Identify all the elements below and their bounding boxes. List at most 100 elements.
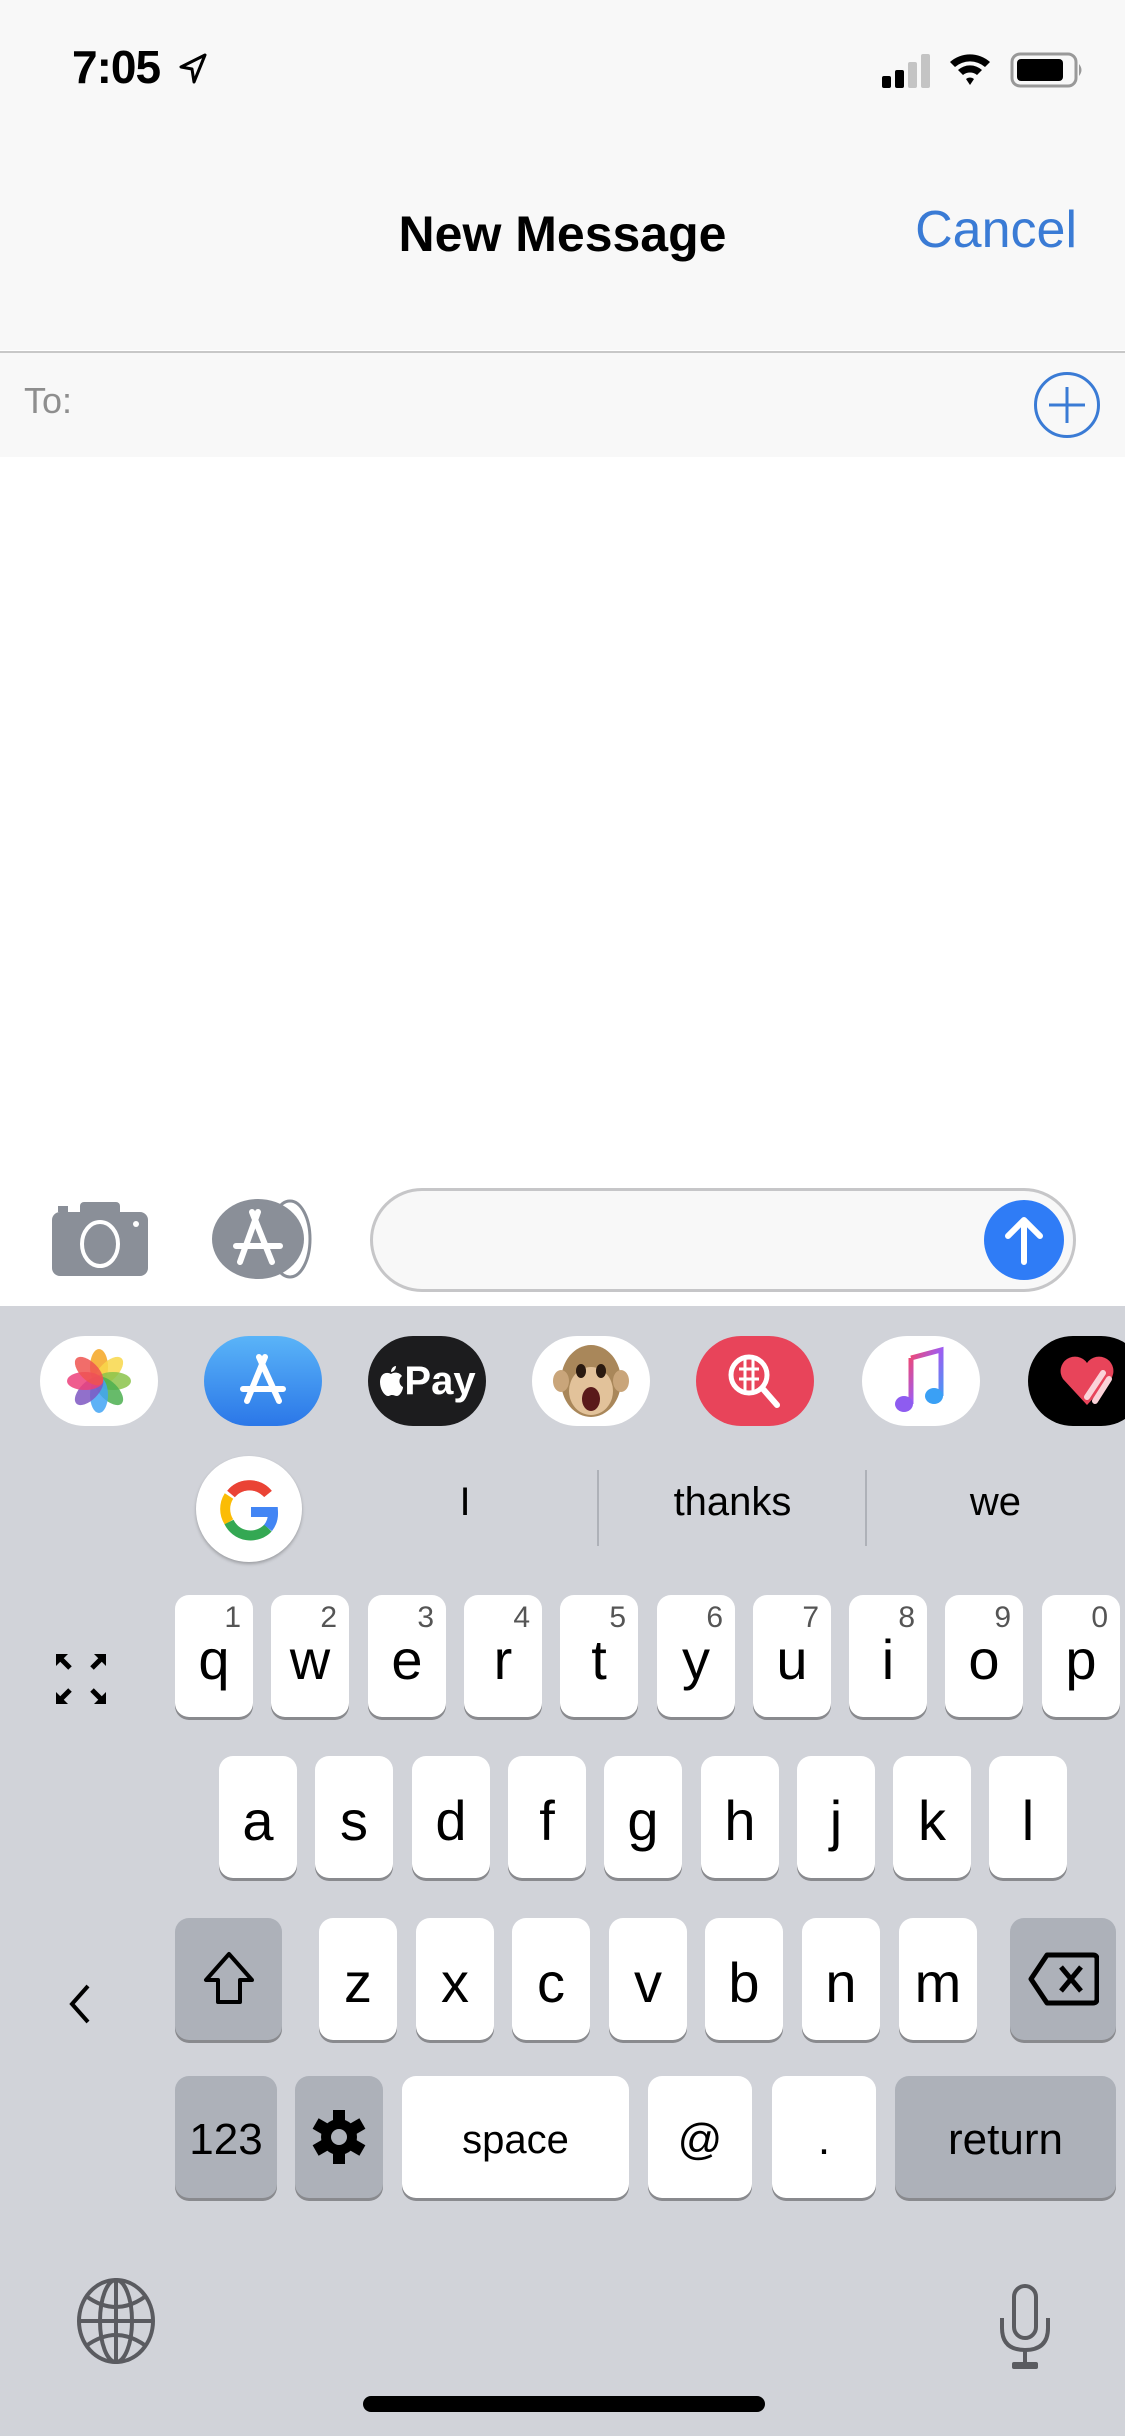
key-label: f — [539, 1788, 555, 1852]
monkey-animoji-icon — [553, 1345, 629, 1417]
expand-arrows-icon[interactable] — [54, 1652, 108, 1706]
key-number-hint: 0 — [1091, 1601, 1108, 1634]
globe-search-icon — [728, 1354, 780, 1408]
key-label: d — [435, 1788, 467, 1852]
message-input[interactable] — [400, 1210, 974, 1272]
home-indicator[interactable] — [363, 2396, 765, 2412]
apps-button[interactable] — [210, 1198, 318, 1280]
key-r[interactable]: 4r — [464, 1595, 542, 1717]
shift-key[interactable] — [175, 1918, 282, 2040]
globe-icon[interactable] — [74, 2276, 158, 2366]
key-label: c — [537, 1950, 565, 2014]
key-w[interactable]: 2w — [271, 1595, 349, 1717]
key-number-hint: 6 — [706, 1601, 723, 1634]
chevron-left-icon[interactable] — [64, 1980, 94, 2028]
app-photos[interactable] — [40, 1336, 158, 1426]
camera-icon — [52, 1202, 148, 1276]
suggestion-3[interactable]: we — [868, 1480, 1123, 1540]
send-button[interactable] — [984, 1200, 1064, 1280]
arrow-up-icon — [1005, 1217, 1043, 1265]
key-label: j — [829, 1788, 843, 1852]
delete-key[interactable] — [1010, 1918, 1116, 2040]
key-label: i — [881, 1627, 895, 1691]
to-label: To: — [24, 380, 73, 421]
key-label: z — [344, 1950, 372, 2014]
key-k[interactable]: k — [893, 1756, 971, 1878]
app-image-search[interactable] — [696, 1336, 814, 1426]
key-label: l — [1021, 1788, 1035, 1852]
key-label: u — [776, 1627, 808, 1691]
at-key[interactable]: @ — [648, 2076, 752, 2198]
key-n[interactable]: n — [802, 1918, 880, 2040]
key-label: k — [918, 1788, 946, 1852]
key-i[interactable]: 8i — [849, 1595, 927, 1717]
key-t[interactable]: 5t — [560, 1595, 638, 1717]
wifi-icon — [950, 54, 990, 85]
google-g-icon — [220, 1480, 279, 1541]
key-o[interactable]: 9o — [945, 1595, 1023, 1717]
app-digital-touch[interactable] — [1028, 1336, 1125, 1426]
microphone-icon[interactable] — [996, 2284, 1054, 2372]
key-label: s — [340, 1788, 368, 1852]
key-p[interactable]: 0p — [1042, 1595, 1120, 1717]
gear-icon — [312, 2110, 366, 2164]
key-h[interactable]: h — [701, 1756, 779, 1878]
key-q[interactable]: 1q — [175, 1595, 253, 1717]
key-z[interactable]: z — [319, 1918, 397, 2040]
photos-icon — [67, 1349, 131, 1413]
key-label: a — [242, 1788, 274, 1852]
period-key[interactable]: . — [772, 2076, 876, 2198]
camera-button[interactable] — [50, 1200, 150, 1278]
key-label: h — [724, 1788, 756, 1852]
suggestion-1[interactable]: I — [380, 1480, 550, 1540]
key-label: o — [968, 1627, 1000, 1691]
status-time: 7:05 — [72, 41, 161, 93]
apple-logo-icon — [380, 1366, 404, 1396]
settings-key[interactable] — [295, 2076, 383, 2198]
app-music[interactable] — [862, 1336, 980, 1426]
key-number-hint: 1 — [224, 1601, 241, 1634]
cellular-signal-icon — [882, 54, 930, 88]
key-l[interactable]: l — [989, 1756, 1067, 1878]
key-j[interactable]: j — [797, 1756, 875, 1878]
recipient-input[interactable] — [100, 370, 1004, 436]
app-apple-pay[interactable]: Pay — [368, 1336, 486, 1426]
key-y[interactable]: 6y — [657, 1595, 735, 1717]
battery-icon — [1010, 52, 1082, 88]
add-contact-button[interactable] — [1034, 372, 1100, 438]
numbers-key[interactable]: 123 — [175, 2076, 277, 2198]
key-number-hint: 5 — [609, 1601, 626, 1634]
key-b[interactable]: b — [705, 1918, 783, 2040]
apple-pay-icon: Pay — [378, 1359, 476, 1404]
key-g[interactable]: g — [604, 1756, 682, 1878]
suggestion-divider — [597, 1470, 599, 1546]
key-a[interactable]: a — [219, 1756, 297, 1878]
return-key[interactable]: return — [895, 2076, 1116, 2198]
key-number-hint: 3 — [417, 1601, 434, 1634]
app-animoji[interactable] — [532, 1336, 650, 1426]
key-u[interactable]: 7u — [753, 1595, 831, 1717]
music-note-icon — [895, 1346, 944, 1412]
key-c[interactable]: c — [512, 1918, 590, 2040]
suggestion-2[interactable]: thanks — [600, 1480, 865, 1540]
google-button[interactable] — [196, 1456, 302, 1562]
heart-touch-icon — [1060, 1356, 1114, 1405]
shift-icon — [203, 1952, 254, 2004]
location-arrow-icon — [179, 53, 207, 84]
key-x[interactable]: x — [416, 1918, 494, 2040]
key-label: e — [391, 1627, 423, 1691]
space-key[interactable]: space — [402, 2076, 629, 2198]
cancel-button[interactable]: Cancel — [915, 200, 1077, 260]
key-f[interactable]: f — [508, 1756, 586, 1878]
key-label: q — [198, 1627, 230, 1691]
key-e[interactable]: 3e — [368, 1595, 446, 1717]
key-m[interactable]: m — [899, 1918, 977, 2040]
key-label: x — [441, 1950, 469, 2014]
key-label: b — [728, 1950, 760, 2014]
app-app-store[interactable] — [204, 1336, 322, 1426]
key-v[interactable]: v — [609, 1918, 687, 2040]
key-number-hint: 9 — [994, 1601, 1011, 1634]
key-d[interactable]: d — [412, 1756, 490, 1878]
key-s[interactable]: s — [315, 1756, 393, 1878]
key-label: n — [825, 1950, 857, 2014]
